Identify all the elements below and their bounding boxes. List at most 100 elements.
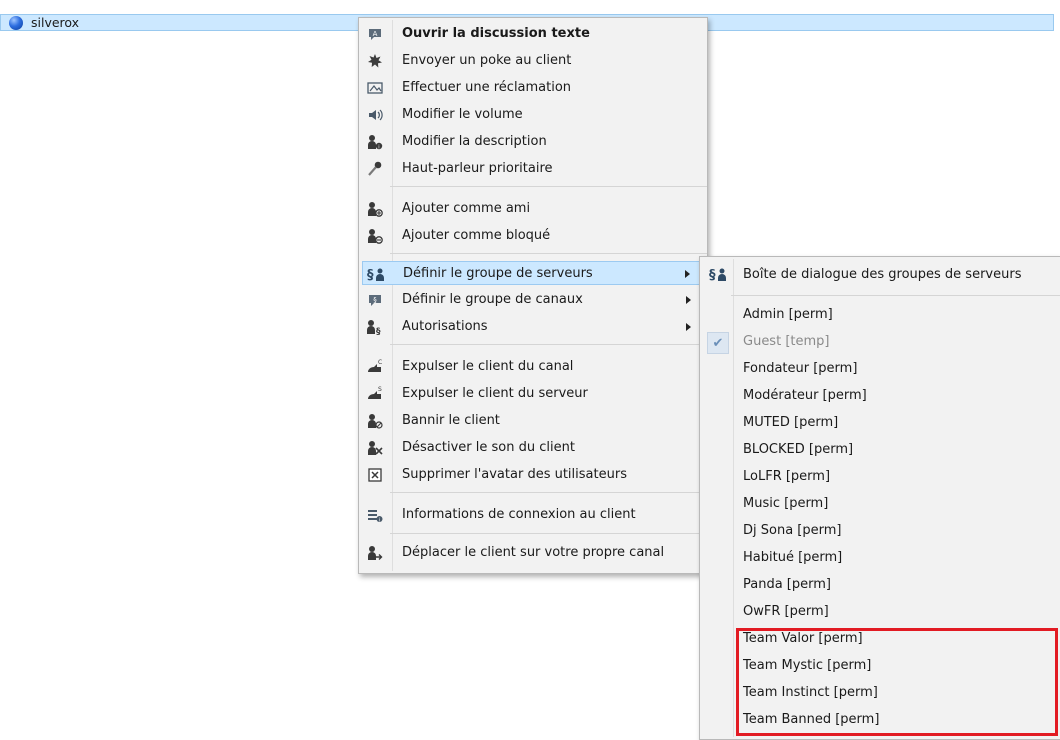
user-info-icon: i bbox=[366, 133, 384, 151]
server-group-label: Panda [perm] bbox=[743, 577, 831, 592]
svg-text:A: A bbox=[373, 30, 378, 38]
menu-item-label: Bannir le client bbox=[402, 413, 500, 428]
server-group-item-owfr[interactable]: OwFR [perm] bbox=[703, 600, 1057, 626]
menu-item-label: Déplacer le client sur votre propre cana… bbox=[402, 545, 665, 560]
complaint-icon bbox=[366, 79, 384, 97]
submenu-arrow-icon bbox=[686, 296, 691, 304]
server-group-item-muted[interactable]: MUTED [perm] bbox=[703, 411, 1057, 437]
menu-item-label: Boîte de dialogue des groupes de serveur… bbox=[743, 267, 1022, 282]
user-block-icon bbox=[366, 227, 384, 245]
menu-item-label: Informations de connexion au client bbox=[402, 507, 636, 522]
svg-text:§: § bbox=[376, 327, 381, 335]
server-group-item-dj-sona[interactable]: Dj Sona [perm] bbox=[703, 519, 1057, 545]
delete-avatar-icon bbox=[366, 466, 384, 484]
menu-item-add-friend[interactable]: Ajouter comme ami bbox=[362, 197, 704, 221]
server-group-label: Habitué [perm] bbox=[743, 550, 843, 565]
microphone-icon bbox=[366, 160, 384, 178]
server-group-item-music[interactable]: Music [perm] bbox=[703, 492, 1057, 518]
menu-separator bbox=[731, 295, 1060, 296]
menu-item-connection-info[interactable]: i Informations de connexion au client bbox=[362, 503, 704, 527]
menu-item-label: Définir le groupe de canaux bbox=[402, 292, 583, 307]
server-group-label: Guest [temp] bbox=[743, 334, 830, 349]
annotation-highlight-box bbox=[736, 628, 1058, 736]
server-group-dialog-item[interactable]: § Boîte de dialogue des groupes de serve… bbox=[703, 263, 1057, 289]
menu-item-move-client-to-own-channel[interactable]: Déplacer le client sur votre propre cana… bbox=[362, 541, 704, 565]
server-group-item-admin[interactable]: Admin [perm] bbox=[703, 303, 1057, 329]
client-context-menu: A Ouvrir la discussion texte Envoyer un … bbox=[358, 17, 708, 574]
menu-item-ban-client[interactable]: Bannir le client bbox=[362, 409, 704, 433]
server-group-label: Modérateur [perm] bbox=[743, 388, 867, 403]
client-name: silverox bbox=[31, 15, 80, 30]
submenu-arrow-icon bbox=[685, 270, 690, 278]
user-add-friend-icon bbox=[366, 200, 384, 218]
server-group-item-moderateur[interactable]: Modérateur [perm] bbox=[703, 384, 1057, 410]
menu-item-set-channel-group[interactable]: § Définir le groupe de canaux bbox=[362, 288, 704, 312]
server-group-label: Admin [perm] bbox=[743, 307, 833, 322]
poke-star-icon bbox=[366, 52, 384, 70]
menu-item-label: Supprimer l'avatar des utilisateurs bbox=[402, 467, 627, 482]
chat-bubble-icon: A bbox=[366, 25, 384, 43]
server-group-label: OwFR [perm] bbox=[743, 604, 829, 619]
menu-item-label: Ouvrir la discussion texte bbox=[402, 26, 590, 41]
menu-item-change-volume[interactable]: Modifier le volume bbox=[362, 103, 704, 127]
menu-item-label: Envoyer un poke au client bbox=[402, 53, 572, 68]
svg-text:§: § bbox=[709, 268, 716, 282]
menu-item-label: Définir le groupe de serveurs bbox=[403, 266, 593, 281]
server-group-item-panda[interactable]: Panda [perm] bbox=[703, 573, 1057, 599]
server-group-item-lolfr[interactable]: LoLFR [perm] bbox=[703, 465, 1057, 491]
menu-item-kick-from-server[interactable]: S Expulser le client du serveur bbox=[362, 382, 704, 406]
menu-separator bbox=[390, 492, 707, 493]
menu-item-label: Expulser le client du serveur bbox=[402, 386, 588, 401]
menu-item-label: Ajouter comme ami bbox=[402, 201, 531, 216]
menu-item-label: Autorisations bbox=[402, 319, 488, 334]
menu-separator bbox=[390, 186, 707, 187]
server-group-item-fondateur[interactable]: Fondateur [perm] bbox=[703, 357, 1057, 383]
server-group-icon: § bbox=[709, 266, 727, 286]
menu-item-add-blocked[interactable]: Ajouter comme bloqué bbox=[362, 224, 704, 248]
menu-separator bbox=[390, 253, 707, 254]
server-group-item-guest[interactable]: ✔ Guest [temp] bbox=[703, 330, 1057, 356]
svg-text:§: § bbox=[367, 268, 374, 282]
channel-group-icon: § bbox=[366, 291, 384, 309]
mute-client-icon bbox=[366, 439, 384, 457]
menu-item-send-poke[interactable]: Envoyer un poke au client bbox=[362, 49, 704, 73]
menu-item-label: Haut-parleur prioritaire bbox=[402, 161, 553, 176]
menu-item-file-complaint[interactable]: Effectuer une réclamation bbox=[362, 76, 704, 100]
server-group-label: LoLFR [perm] bbox=[743, 469, 831, 484]
svg-text:i: i bbox=[378, 145, 379, 151]
menu-item-permissions[interactable]: § Autorisations bbox=[362, 315, 704, 339]
client-status-icon bbox=[9, 15, 23, 30]
svg-text:S: S bbox=[378, 386, 382, 393]
menu-item-label: Ajouter comme bloqué bbox=[402, 228, 551, 243]
svg-text:i: i bbox=[379, 518, 380, 524]
menu-item-label: Désactiver le son du client bbox=[402, 440, 575, 455]
svg-text:§: § bbox=[373, 296, 377, 304]
menu-item-set-server-group[interactable]: § Définir le groupe de serveurs bbox=[362, 261, 704, 285]
ban-icon bbox=[366, 412, 384, 430]
menu-item-delete-avatar[interactable]: Supprimer l'avatar des utilisateurs bbox=[362, 463, 704, 487]
server-group-label: MUTED [perm] bbox=[743, 415, 839, 430]
submenu-arrow-icon bbox=[686, 323, 691, 331]
permissions-icon: § bbox=[366, 318, 384, 336]
server-group-item-habitue[interactable]: Habitué [perm] bbox=[703, 546, 1057, 572]
kick-server-icon: S bbox=[366, 385, 384, 403]
server-group-icon: § bbox=[367, 265, 385, 283]
connection-info-icon: i bbox=[366, 506, 384, 524]
kick-channel-icon: C bbox=[366, 358, 384, 376]
server-group-label: Fondateur [perm] bbox=[743, 361, 858, 376]
server-group-label: Music [perm] bbox=[743, 496, 829, 511]
menu-separator bbox=[390, 344, 707, 345]
menu-item-mute-client[interactable]: Désactiver le son du client bbox=[362, 436, 704, 460]
server-group-label: BLOCKED [perm] bbox=[743, 442, 854, 457]
menu-item-label: Modifier le volume bbox=[402, 107, 523, 122]
menu-item-label: Effectuer une réclamation bbox=[402, 80, 572, 95]
menu-item-change-description[interactable]: i Modifier la description bbox=[362, 130, 704, 154]
checkmark-icon: ✔ bbox=[707, 332, 729, 354]
server-group-item-blocked[interactable]: BLOCKED [perm] bbox=[703, 438, 1057, 464]
move-client-icon bbox=[366, 544, 384, 562]
menu-item-priority-speaker[interactable]: Haut-parleur prioritaire bbox=[362, 157, 704, 181]
server-group-label: Dj Sona [perm] bbox=[743, 523, 842, 538]
menu-item-open-text-chat[interactable]: A Ouvrir la discussion texte bbox=[362, 22, 704, 46]
menu-item-label: Modifier la description bbox=[402, 134, 547, 149]
menu-item-kick-from-channel[interactable]: C Expulser le client du canal bbox=[362, 355, 704, 379]
